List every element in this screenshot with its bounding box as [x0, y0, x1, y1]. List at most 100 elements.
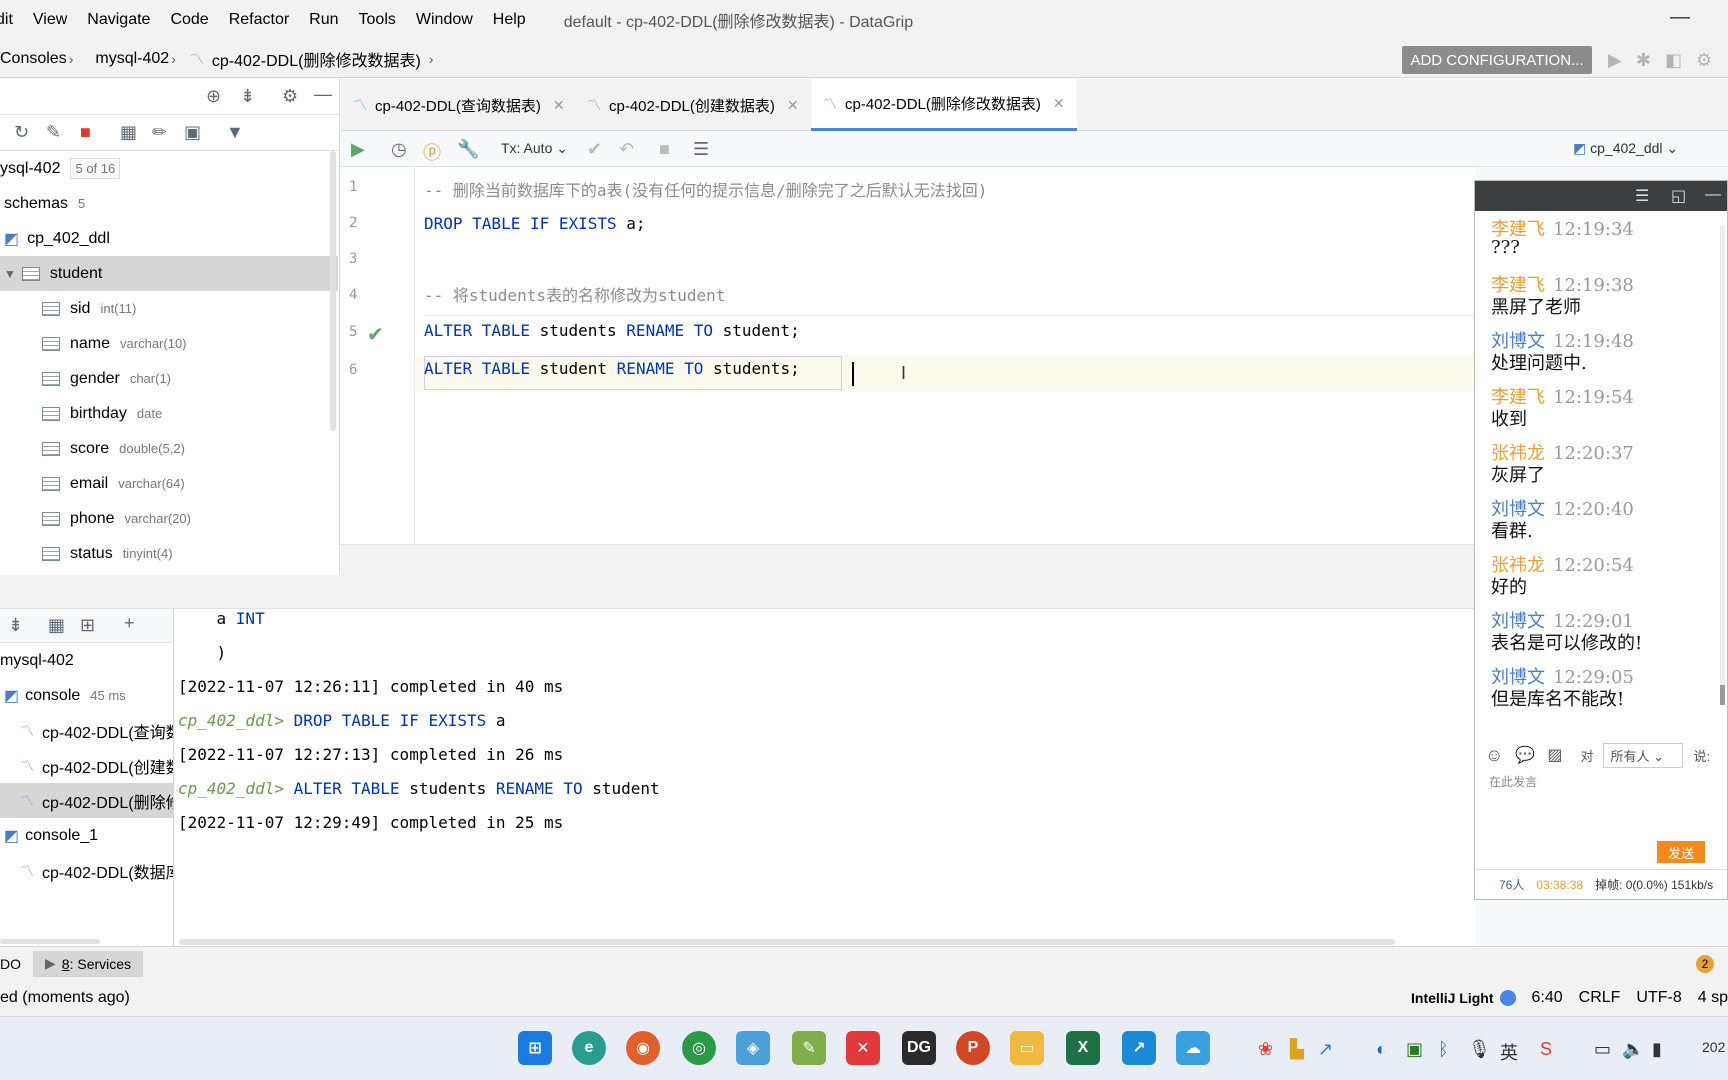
services-session-active[interactable]: 〽 cp-402-DDL(删除修: [0, 783, 173, 818]
breadcrumb-file[interactable]: 〽 cp-402-DDL(删除修改数据表) ›: [190, 47, 442, 71]
tx-mode-select[interactable]: Tx: Auto ⌄: [501, 140, 568, 157]
tree-table-student[interactable]: ▼ student: [0, 256, 338, 291]
tree-schemas[interactable]: schemas 5: [0, 186, 338, 221]
send-button[interactable]: 发送: [1657, 841, 1705, 863]
menu-run[interactable]: Run: [299, 11, 348, 29]
tree-column[interactable]: gender char(1): [0, 361, 338, 396]
services-scrollbar[interactable]: [0, 939, 100, 944]
chrome-icon[interactable]: ◎: [682, 1031, 716, 1065]
breadcrumb-consoles[interactable]: Consoles ›: [0, 50, 81, 68]
indent[interactable]: 4 sp: [1698, 989, 1728, 1007]
wrench-icon[interactable]: 🔧: [457, 139, 479, 160]
clock[interactable]: 202: [1702, 1039, 1725, 1055]
tray-icon[interactable]: ▣: [1406, 1039, 1423, 1060]
breadcrumb-mysql[interactable]: mysql-402 ›: [95, 50, 183, 68]
profile-icon[interactable]: ⚙: [1696, 50, 1712, 71]
ime-icon[interactable]: 英: [1500, 1039, 1518, 1065]
network-icon[interactable]: ▭: [1594, 1039, 1611, 1060]
services-tab[interactable]: ▶ 8: Services: [33, 950, 144, 977]
cloud-icon[interactable]: ☁: [1176, 1031, 1210, 1065]
tab-alter[interactable]: 〽 cp-402-DDL(删除修改数据表) ✕: [811, 79, 1077, 131]
menu-icon[interactable]: ☰: [1635, 186, 1649, 206]
tree-column[interactable]: score double(5,2): [0, 431, 338, 466]
todo-tab[interactable]: DO: [0, 956, 21, 972]
app-icon[interactable]: ✎: [792, 1031, 826, 1065]
edit-icon[interactable]: ✏: [152, 122, 167, 143]
collapse-all-icon[interactable]: ⇟: [240, 86, 255, 107]
table-icon[interactable]: ▦: [120, 122, 137, 143]
powerpoint-icon[interactable]: P: [956, 1031, 990, 1065]
tree-column[interactable]: birthday date: [0, 396, 338, 431]
console-icon[interactable]: ▣: [184, 122, 201, 143]
expand-icon[interactable]: ▼: [4, 267, 16, 281]
collapse-icon[interactable]: ⇟: [8, 615, 23, 636]
pin-icon[interactable]: ⊞: [80, 615, 95, 636]
menu-refactor[interactable]: Refactor: [219, 11, 299, 29]
caret-position[interactable]: 6:40: [1532, 989, 1563, 1007]
tree-column[interactable]: phone varchar(20): [0, 501, 338, 536]
hide-icon[interactable]: —: [314, 84, 332, 105]
bluetooth-icon[interactable]: ᛒ: [1438, 1039, 1449, 1060]
app-icon[interactable]: ↗: [1122, 1031, 1156, 1065]
schema-selector[interactable]: ◩ cp_402_ddl ⌄: [1573, 140, 1678, 157]
services-session[interactable]: 〽 cp-402-DDL(创建数: [0, 748, 173, 783]
menu-window[interactable]: Window: [406, 11, 483, 29]
explorer-scrollbar[interactable]: [330, 151, 336, 431]
rollback-icon[interactable]: ↶: [619, 139, 634, 160]
run-icon[interactable]: ▶: [1608, 50, 1622, 71]
tray-icon[interactable]: ▙: [1290, 1039, 1304, 1060]
explain-plan-icon[interactable]: ⓟ: [423, 139, 441, 165]
chat-scrollbar[interactable]: [1720, 225, 1725, 685]
line-separator[interactable]: CRLF: [1579, 989, 1621, 1007]
event-log-badge[interactable]: 2: [1696, 955, 1714, 973]
start-icon[interactable]: ⊞: [518, 1031, 552, 1065]
chat-scroll-thumb[interactable]: [1720, 685, 1725, 705]
close-icon[interactable]: ✕: [787, 97, 799, 114]
add-configuration-button[interactable]: ADD CONFIGURATION...: [1402, 46, 1592, 74]
services-session[interactable]: 〽 cp-402-DDL(查询数: [0, 713, 173, 748]
commit-icon[interactable]: ✔: [587, 139, 602, 160]
cancel-icon[interactable]: ■: [659, 139, 670, 160]
emoji-icon[interactable]: ☺: [1485, 745, 1503, 766]
edge-icon[interactable]: e: [572, 1031, 606, 1065]
tab-create[interactable]: 〽 cp-402-DDL(创建数据表) ✕: [587, 79, 799, 131]
menu-tools[interactable]: Tools: [349, 11, 406, 29]
excel-icon[interactable]: X: [1066, 1031, 1100, 1065]
services-console[interactable]: ◩ console 45 ms: [0, 678, 173, 713]
menu-edit[interactable]: dit: [0, 11, 23, 29]
add-icon[interactable]: +: [124, 613, 135, 634]
services-console-1[interactable]: ◩ console_1: [0, 818, 173, 853]
recipient-select[interactable]: 所有人 ⌄: [1603, 742, 1684, 768]
menu-help[interactable]: Help: [483, 11, 536, 29]
tree-column[interactable]: name varchar(10): [0, 326, 338, 361]
refresh-icon[interactable]: ↻: [14, 122, 29, 143]
theme-label[interactable]: IntelliJ Light: [1411, 990, 1493, 1006]
tree-column[interactable]: email varchar(64): [0, 466, 338, 501]
output-layout-icon[interactable]: ☰: [693, 139, 709, 160]
tab-query[interactable]: 〽 cp-402-DDL(查询数据表) ✕: [353, 79, 565, 131]
filter-icon[interactable]: ▼: [226, 122, 244, 143]
tree-column[interactable]: status tinyint(4): [0, 536, 338, 571]
image-icon[interactable]: ▨: [1547, 745, 1562, 765]
services-session[interactable]: 〽 cp-402-DDL(数据库: [0, 853, 173, 888]
sql-editor[interactable]: 1 2 3 4 5 6 ✔ -- 删除当前数据库下的a表(没有任何的提示信息/删…: [341, 167, 1476, 544]
battery-icon[interactable]: ▮: [1652, 1039, 1662, 1060]
folder-icon[interactable]: ▭: [1010, 1031, 1044, 1065]
output-scrollbar[interactable]: [179, 939, 1395, 945]
close-icon[interactable]: ✕: [1053, 95, 1065, 112]
tray-icon[interactable]: ◐: [1376, 1039, 1387, 1060]
firefox-icon[interactable]: ◉: [626, 1031, 660, 1065]
minimize-icon[interactable]: —: [1670, 6, 1690, 29]
encoding[interactable]: UTF-8: [1636, 989, 1681, 1007]
execute-icon[interactable]: ▶: [351, 139, 365, 160]
popout-icon[interactable]: ◱: [1671, 186, 1686, 206]
bubble-icon[interactable]: 💬: [1515, 745, 1535, 765]
menu-code[interactable]: Code: [160, 11, 218, 29]
stop-icon[interactable]: ■: [80, 122, 91, 143]
app-icon[interactable]: ◈: [736, 1031, 770, 1065]
microphone-icon[interactable]: 🎙: [1468, 1039, 1491, 1060]
tray-icon[interactable]: ❀: [1258, 1039, 1273, 1060]
minimize-icon[interactable]: —: [1705, 186, 1721, 204]
services-datasource[interactable]: mysql-402: [0, 643, 173, 678]
volume-icon[interactable]: 🔈: [1622, 1039, 1644, 1060]
